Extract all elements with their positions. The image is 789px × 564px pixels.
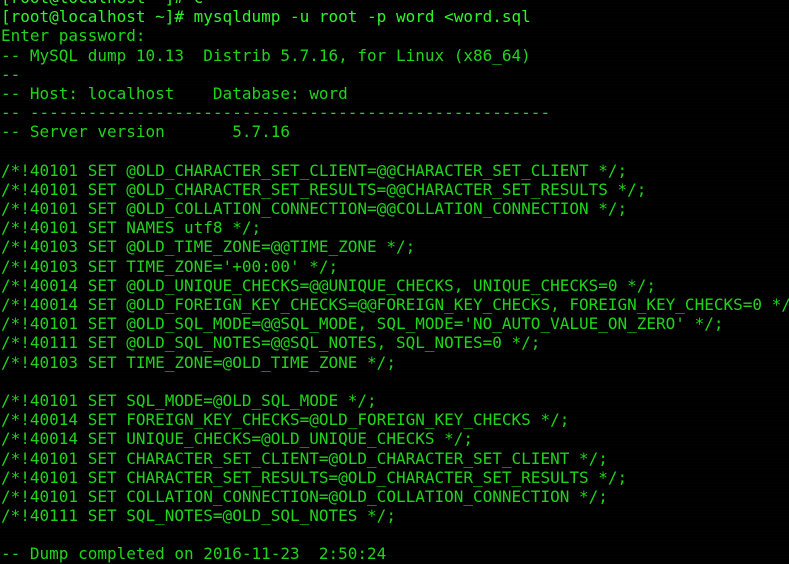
terminal-line-dump-header-host-db: -- Host: localhost Database: word [1, 83, 348, 103]
terminal-line-dump-header-server: -- Server version 5.7.16 [1, 122, 290, 142]
terminal-line-set-time-zone-utc: /*!40103 SET TIME_ZONE='+00:00' */; [1, 256, 339, 276]
terminal-line-spacer-1 [1, 142, 789, 161]
terminal-window[interactable]: [root@localhost ~]# c[root@localhost ~]#… [0, 0, 789, 564]
terminal-line-restore-charset-client: /*!40101 SET CHARACTER_SET_CLIENT=@OLD_C… [1, 448, 608, 468]
terminal-line-set-old-sql-mode: /*!40101 SET @OLD_SQL_MODE=@@SQL_MODE, S… [1, 314, 724, 334]
terminal-line-restore-time-zone: /*!40103 SET TIME_ZONE=@OLD_TIME_ZONE */… [1, 352, 396, 372]
terminal-line-spacer-3 [1, 525, 789, 544]
terminal-line-restore-sql-notes: /*!40111 SET SQL_NOTES=@OLD_SQL_NOTES */… [1, 506, 396, 526]
terminal-line-dump-header-rule: -- -------------------------------------… [1, 103, 551, 123]
terminal-line-restore-foreign-key-checks: /*!40014 SET FOREIGN_KEY_CHECKS=@OLD_FOR… [1, 410, 570, 430]
terminal-line-set-old-foreign-key-checks: /*!40014 SET @OLD_FOREIGN_KEY_CHECKS=@@F… [1, 295, 789, 314]
terminal-line-set-old-unique-checks: /*!40014 SET @OLD_UNIQUE_CHECKS=@@UNIQUE… [1, 275, 657, 295]
terminal-line-restore-charset-results: /*!40101 SET CHARACTER_SET_RESULTS=@OLD_… [1, 467, 628, 487]
terminal-line-restore-sql-mode: /*!40101 SET SQL_MODE=@OLD_SQL_MODE */; [1, 390, 377, 410]
terminal-line-set-old-charset-results: /*!40101 SET @OLD_CHARACTER_SET_RESULTS=… [1, 179, 647, 199]
terminal-line-set-old-charset-client: /*!40101 SET @OLD_CHARACTER_SET_CLIENT=@… [1, 160, 628, 180]
terminal-line-set-old-collation-conn: /*!40101 SET @OLD_COLLATION_CONNECTION=@… [1, 199, 628, 219]
terminal-line-spacer-2 [1, 372, 789, 391]
terminal-line-dump-header-version: -- MySQL dump 10.13 Distrib 5.7.16, for … [1, 45, 531, 65]
terminal-screen-buffer[interactable]: [root@localhost ~]# c[root@localhost ~]#… [1, 0, 789, 564]
terminal-line-set-old-time-zone: /*!40103 SET @OLD_TIME_ZONE=@@TIME_ZONE … [1, 237, 416, 257]
terminal-line-set-names-utf8: /*!40101 SET NAMES utf8 */; [1, 218, 262, 238]
terminal-line-set-old-sql-notes: /*!40111 SET @OLD_SQL_NOTES=@@SQL_NOTES,… [1, 333, 541, 353]
terminal-line-prompt-previous: [root@localhost ~]# c [1, 0, 789, 7]
terminal-line-restore-unique-checks: /*!40014 SET UNIQUE_CHECKS=@OLD_UNIQUE_C… [1, 429, 474, 449]
terminal-prompt-line[interactable]: [root@localhost ~]# [1, 556, 789, 564]
terminal-line-dump-header-blank-comment: -- [1, 64, 21, 84]
terminal-line-password-prompt: Enter password: [1, 26, 146, 46]
terminal-line-restore-collation-conn: /*!40101 SET COLLATION_CONNECTION=@OLD_C… [1, 486, 608, 506]
terminal-line-prompt-mysqldump: [root@localhost ~]# mysqldump -u root -p… [1, 7, 531, 27]
